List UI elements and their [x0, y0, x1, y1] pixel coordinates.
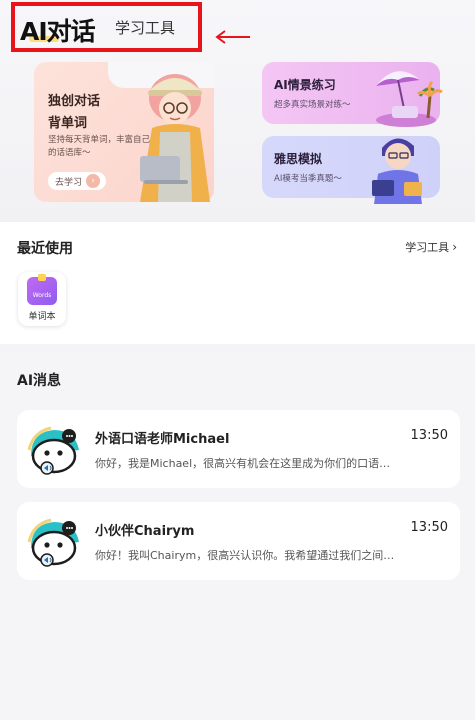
tab-ai-chat[interactable]: AI对话 [20, 12, 96, 48]
wordbook-icon-text: Words [32, 292, 52, 299]
recently-used-panel: 最近使用 学习工具 › Words 单词本 [0, 222, 475, 344]
chevron-right-icon: › [86, 174, 101, 188]
scene-card-title: AI情景练习 [274, 78, 336, 92]
scene-card-desc: 超多真实场景对练～ [274, 100, 351, 110]
vocab-card-title-line2: 背单词 [48, 116, 88, 131]
ai-bot-avatar-icon [27, 426, 79, 475]
chevron-right-icon: › [452, 240, 457, 254]
annotation-arrow-icon [215, 30, 250, 44]
tab-learning-tools[interactable]: 学习工具 [115, 17, 175, 38]
wordbook-app-tile[interactable]: Words 单词本 [18, 272, 66, 326]
ai-bot-avatar-icon [27, 518, 79, 567]
ai-messages-panel: AI消息 外语口语老师Michael 13:50 你好，我是Michael，很高… [0, 352, 475, 720]
message-item[interactable]: 小伙伴Chairym 13:50 你好！我叫Chairym，很高兴认识你。我希望… [17, 502, 460, 580]
learning-tools-link-label: 学习工具 [405, 241, 450, 254]
learning-tools-link[interactable]: 学习工具 › [405, 239, 457, 255]
message-sender-name: 小伙伴Chairym [95, 524, 195, 539]
wordbook-label: 单词本 [28, 312, 56, 322]
bookmark-icon [38, 274, 46, 281]
ielts-card-desc: AI模考当季真题～ [274, 174, 342, 184]
message-preview: 你好！我叫Chairym，很高兴认识你。我希望通过我们之间… [95, 549, 395, 562]
message-preview: 你好，我是Michael，很高兴有机会在这里成为你们的口语… [95, 457, 391, 470]
tab-header-highlight: AI对话 学习工具 [11, 2, 202, 52]
boy-with-tablet-illustration [372, 138, 422, 204]
beach-umbrella-illustration [376, 71, 443, 127]
message-item[interactable]: 外语口语老师Michael 13:50 你好，我是Michael，很高兴有机会在… [17, 410, 460, 488]
girl-with-laptop-illustration [140, 74, 210, 202]
ielts-card-title: 雅思模拟 [274, 152, 323, 166]
vocab-card-title-line1: 独创对话 [48, 94, 101, 109]
wordbook-icon: Words [27, 274, 57, 305]
go-study-button[interactable]: 去学习 › [48, 172, 106, 190]
message-time: 13:50 [410, 428, 448, 443]
recently-used-title: 最近使用 [17, 241, 73, 257]
message-time: 13:50 [410, 520, 448, 535]
go-study-label: 去学习 [55, 177, 83, 188]
ai-messages-title: AI消息 [17, 373, 62, 389]
message-sender-name: 外语口语老师Michael [95, 432, 230, 447]
